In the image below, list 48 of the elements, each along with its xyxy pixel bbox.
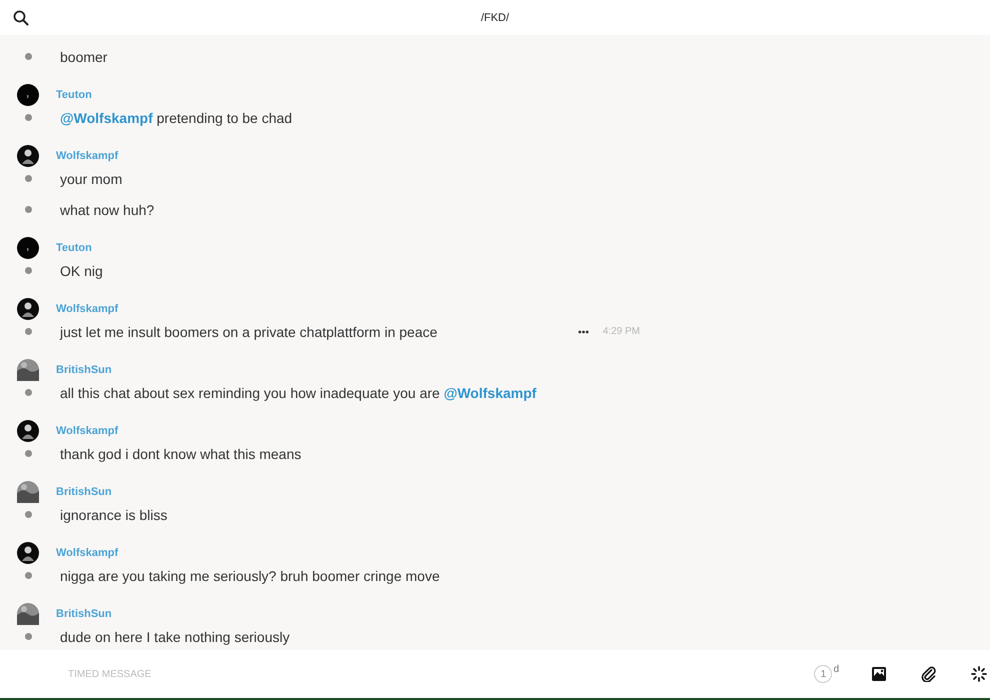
author-name[interactable]: BritishSun	[56, 486, 112, 498]
status-dot	[24, 633, 32, 640]
author-name[interactable]: Wolfskampf	[56, 303, 118, 315]
author-name[interactable]: Wolfskampf	[56, 547, 118, 559]
avatar[interactable]	[17, 237, 39, 259]
avatar[interactable]	[17, 145, 39, 167]
message-text: nigga are you taking me seriously? bruh boomer cringe move	[59, 568, 441, 584]
channel-title: /FKD/	[480, 12, 510, 24]
spinner-icon[interactable]	[971, 666, 987, 682]
status-dot	[24, 450, 32, 457]
paperclip-icon[interactable]	[921, 666, 937, 682]
status-dot	[24, 53, 32, 60]
avatar[interactable]	[17, 359, 39, 381]
avatar[interactable]	[17, 84, 39, 106]
status-dot	[24, 175, 32, 182]
author-name[interactable]: Teuton	[56, 89, 92, 101]
status-dot	[24, 572, 32, 579]
message-text: boomer	[59, 48, 108, 64]
image-icon[interactable]	[871, 666, 887, 682]
message-text: all this chat about sex reminding you how inadequate you are @Wolfskampf	[59, 384, 538, 400]
message-text: what now huh?	[59, 202, 156, 218]
author-name[interactable]: Wolfskampf	[56, 150, 118, 162]
status-dot	[24, 267, 32, 274]
message-text: OK nig	[59, 262, 104, 278]
more-icon[interactable]	[578, 330, 589, 334]
search-icon[interactable]	[13, 10, 29, 26]
author-name[interactable]: BritishSun	[56, 608, 112, 620]
message-text: @Wolfskampf pretending to be chad	[59, 110, 294, 126]
author-name[interactable]: Wolfskampf	[56, 425, 118, 437]
message-text: your mom	[59, 170, 124, 186]
status-dot	[24, 511, 32, 518]
message-text: dude on here I take nothing seriously	[59, 628, 291, 644]
status-dot	[24, 114, 32, 121]
timestamp: 4:29 PM	[602, 326, 640, 337]
message-field[interactable]: TIMED MESSAGE	[0, 650, 814, 698]
status-dot	[24, 389, 32, 396]
message-text: thank god i dont know what this means	[59, 446, 302, 462]
avatar[interactable]	[17, 481, 39, 503]
author-name[interactable]: BritishSun	[56, 364, 112, 376]
avatar[interactable]	[17, 603, 39, 625]
avatar[interactable]	[17, 298, 39, 320]
status-dot	[24, 206, 32, 213]
status-dot	[24, 328, 32, 335]
avatar[interactable]	[17, 542, 39, 564]
author-name[interactable]: Teuton	[56, 242, 92, 254]
avatar[interactable]	[17, 420, 39, 442]
message-text: just let me insult boomers on a private chatplattform in peace	[58, 324, 438, 340]
message-text: ignorance is bliss	[59, 506, 168, 522]
